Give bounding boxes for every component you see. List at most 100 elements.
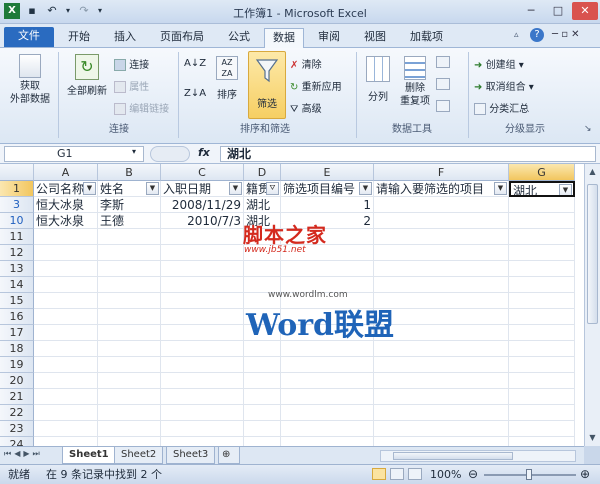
- table-cell[interactable]: [374, 325, 509, 341]
- table-cell[interactable]: 2010/7/3: [161, 213, 244, 229]
- table-cell[interactable]: [281, 357, 374, 373]
- table-cell[interactable]: [509, 357, 575, 373]
- table-cell[interactable]: 湖北: [244, 197, 281, 213]
- tab-home[interactable]: 开始: [60, 28, 98, 48]
- table-cell[interactable]: [98, 341, 161, 357]
- minimize-icon[interactable]: ─: [518, 2, 544, 20]
- row-header[interactable]: 15: [0, 293, 34, 309]
- table-cell[interactable]: [161, 405, 244, 421]
- advanced-button[interactable]: ⛛ 高级: [290, 100, 322, 115]
- scroll-up-icon[interactable]: ▲: [585, 164, 600, 180]
- table-cell[interactable]: [374, 213, 509, 229]
- table-cell[interactable]: [161, 357, 244, 373]
- column-header-c[interactable]: C: [161, 164, 244, 181]
- table-cell[interactable]: [98, 405, 161, 421]
- tab-view[interactable]: 视图: [356, 28, 394, 48]
- table-cell[interactable]: [34, 389, 98, 405]
- table-cell[interactable]: [98, 357, 161, 373]
- refresh-all-button[interactable]: ↻ 全部刷新: [62, 52, 112, 97]
- help-icon[interactable]: ?: [530, 28, 544, 42]
- remove-duplicates-button[interactable]: 删除 重复项: [398, 52, 432, 108]
- sort-button[interactable]: AZ ZA 排序: [210, 52, 244, 101]
- filter-dropdown-icon[interactable]: ▼: [146, 182, 159, 195]
- row-header[interactable]: 10: [0, 213, 34, 229]
- table-cell[interactable]: [509, 325, 575, 341]
- table-cell[interactable]: [244, 373, 281, 389]
- tab-formulas[interactable]: 公式: [220, 28, 258, 48]
- normal-view-icon[interactable]: [372, 468, 386, 480]
- table-cell[interactable]: [161, 325, 244, 341]
- table-cell[interactable]: [244, 405, 281, 421]
- sheet-tab-2[interactable]: Sheet2: [114, 447, 164, 464]
- row-header[interactable]: 11: [0, 229, 34, 245]
- row-header[interactable]: 1: [0, 181, 34, 197]
- vertical-scrollbar[interactable]: ▲ ▼: [584, 164, 600, 446]
- row-header[interactable]: 16: [0, 309, 34, 325]
- table-cell[interactable]: [34, 405, 98, 421]
- insert-sheet-icon[interactable]: ⊕: [218, 447, 240, 464]
- maximize-icon[interactable]: □: [545, 2, 571, 20]
- table-cell[interactable]: [281, 389, 374, 405]
- sort-za-button[interactable]: Z↓A: [184, 88, 206, 100]
- sort-az-button[interactable]: A↓Z: [184, 58, 206, 70]
- tab-file[interactable]: 文件: [4, 27, 54, 47]
- filter-dropdown-icon[interactable]: ▼: [494, 182, 507, 195]
- table-cell[interactable]: [281, 373, 374, 389]
- table-cell[interactable]: 2008/11/29: [161, 197, 244, 213]
- restore-workbook-icon[interactable]: ─ ▫ ✕: [552, 29, 580, 40]
- properties-button[interactable]: 属性: [114, 78, 149, 93]
- name-box-dropdown-icon[interactable]: ▾: [132, 147, 136, 156]
- table-cell[interactable]: [98, 389, 161, 405]
- row-header[interactable]: 19: [0, 357, 34, 373]
- table-cell[interactable]: [374, 405, 509, 421]
- table-cell[interactable]: [374, 309, 509, 325]
- table-cell[interactable]: 1: [281, 197, 374, 213]
- filter-dropdown-icon[interactable]: ▼: [359, 182, 372, 195]
- table-cell[interactable]: [161, 389, 244, 405]
- table-cell[interactable]: [34, 325, 98, 341]
- table-cell[interactable]: [161, 341, 244, 357]
- table-cell[interactable]: [161, 309, 244, 325]
- table-cell[interactable]: [374, 245, 509, 261]
- tab-insert[interactable]: 插入: [106, 28, 144, 48]
- table-cell[interactable]: [374, 277, 509, 293]
- table-cell[interactable]: [34, 229, 98, 245]
- tab-data[interactable]: 数据: [264, 28, 304, 49]
- table-cell[interactable]: [509, 421, 575, 437]
- consolidate-icon[interactable]: [436, 78, 450, 90]
- group-button[interactable]: ➜ 创建组 ▾: [474, 56, 524, 71]
- table-cell[interactable]: [244, 389, 281, 405]
- table-cell[interactable]: 王德: [98, 213, 161, 229]
- horizontal-scroll-thumb[interactable]: [393, 452, 513, 460]
- header-cell[interactable]: 湖北 ▼: [509, 181, 575, 197]
- reapply-button[interactable]: ↻ 重新应用: [290, 78, 342, 93]
- table-cell[interactable]: [98, 261, 161, 277]
- table-cell[interactable]: [98, 325, 161, 341]
- column-header-e[interactable]: E: [281, 164, 374, 181]
- table-cell[interactable]: [509, 229, 575, 245]
- table-cell[interactable]: [509, 213, 575, 229]
- minimize-ribbon-icon[interactable]: ▵: [514, 30, 519, 40]
- table-cell[interactable]: [374, 421, 509, 437]
- text-to-columns-button[interactable]: 分列: [362, 52, 394, 103]
- row-header[interactable]: 12: [0, 245, 34, 261]
- table-cell[interactable]: [98, 277, 161, 293]
- table-cell[interactable]: [374, 229, 509, 245]
- table-cell[interactable]: [509, 389, 575, 405]
- table-cell[interactable]: [34, 245, 98, 261]
- zoom-out-icon[interactable]: ⊖: [468, 465, 478, 484]
- table-cell[interactable]: [244, 261, 281, 277]
- scroll-thumb[interactable]: [587, 184, 598, 324]
- table-cell[interactable]: [374, 357, 509, 373]
- tab-page-layout[interactable]: 页面布局: [152, 28, 212, 48]
- header-cell[interactable]: 籍贯 ⛛: [244, 181, 281, 197]
- row-header[interactable]: 14: [0, 277, 34, 293]
- outline-dialog-launcher-icon[interactable]: ↘: [584, 124, 592, 134]
- zoom-level[interactable]: 100%: [430, 465, 461, 484]
- table-cell[interactable]: [161, 277, 244, 293]
- formula-bar-resize-handle[interactable]: [150, 146, 190, 162]
- close-icon[interactable]: ✕: [572, 2, 598, 20]
- filter-dropdown-icon[interactable]: ▼: [559, 184, 572, 195]
- table-cell[interactable]: [374, 293, 509, 309]
- get-external-data-button[interactable]: 获取 外部数据: [6, 52, 54, 106]
